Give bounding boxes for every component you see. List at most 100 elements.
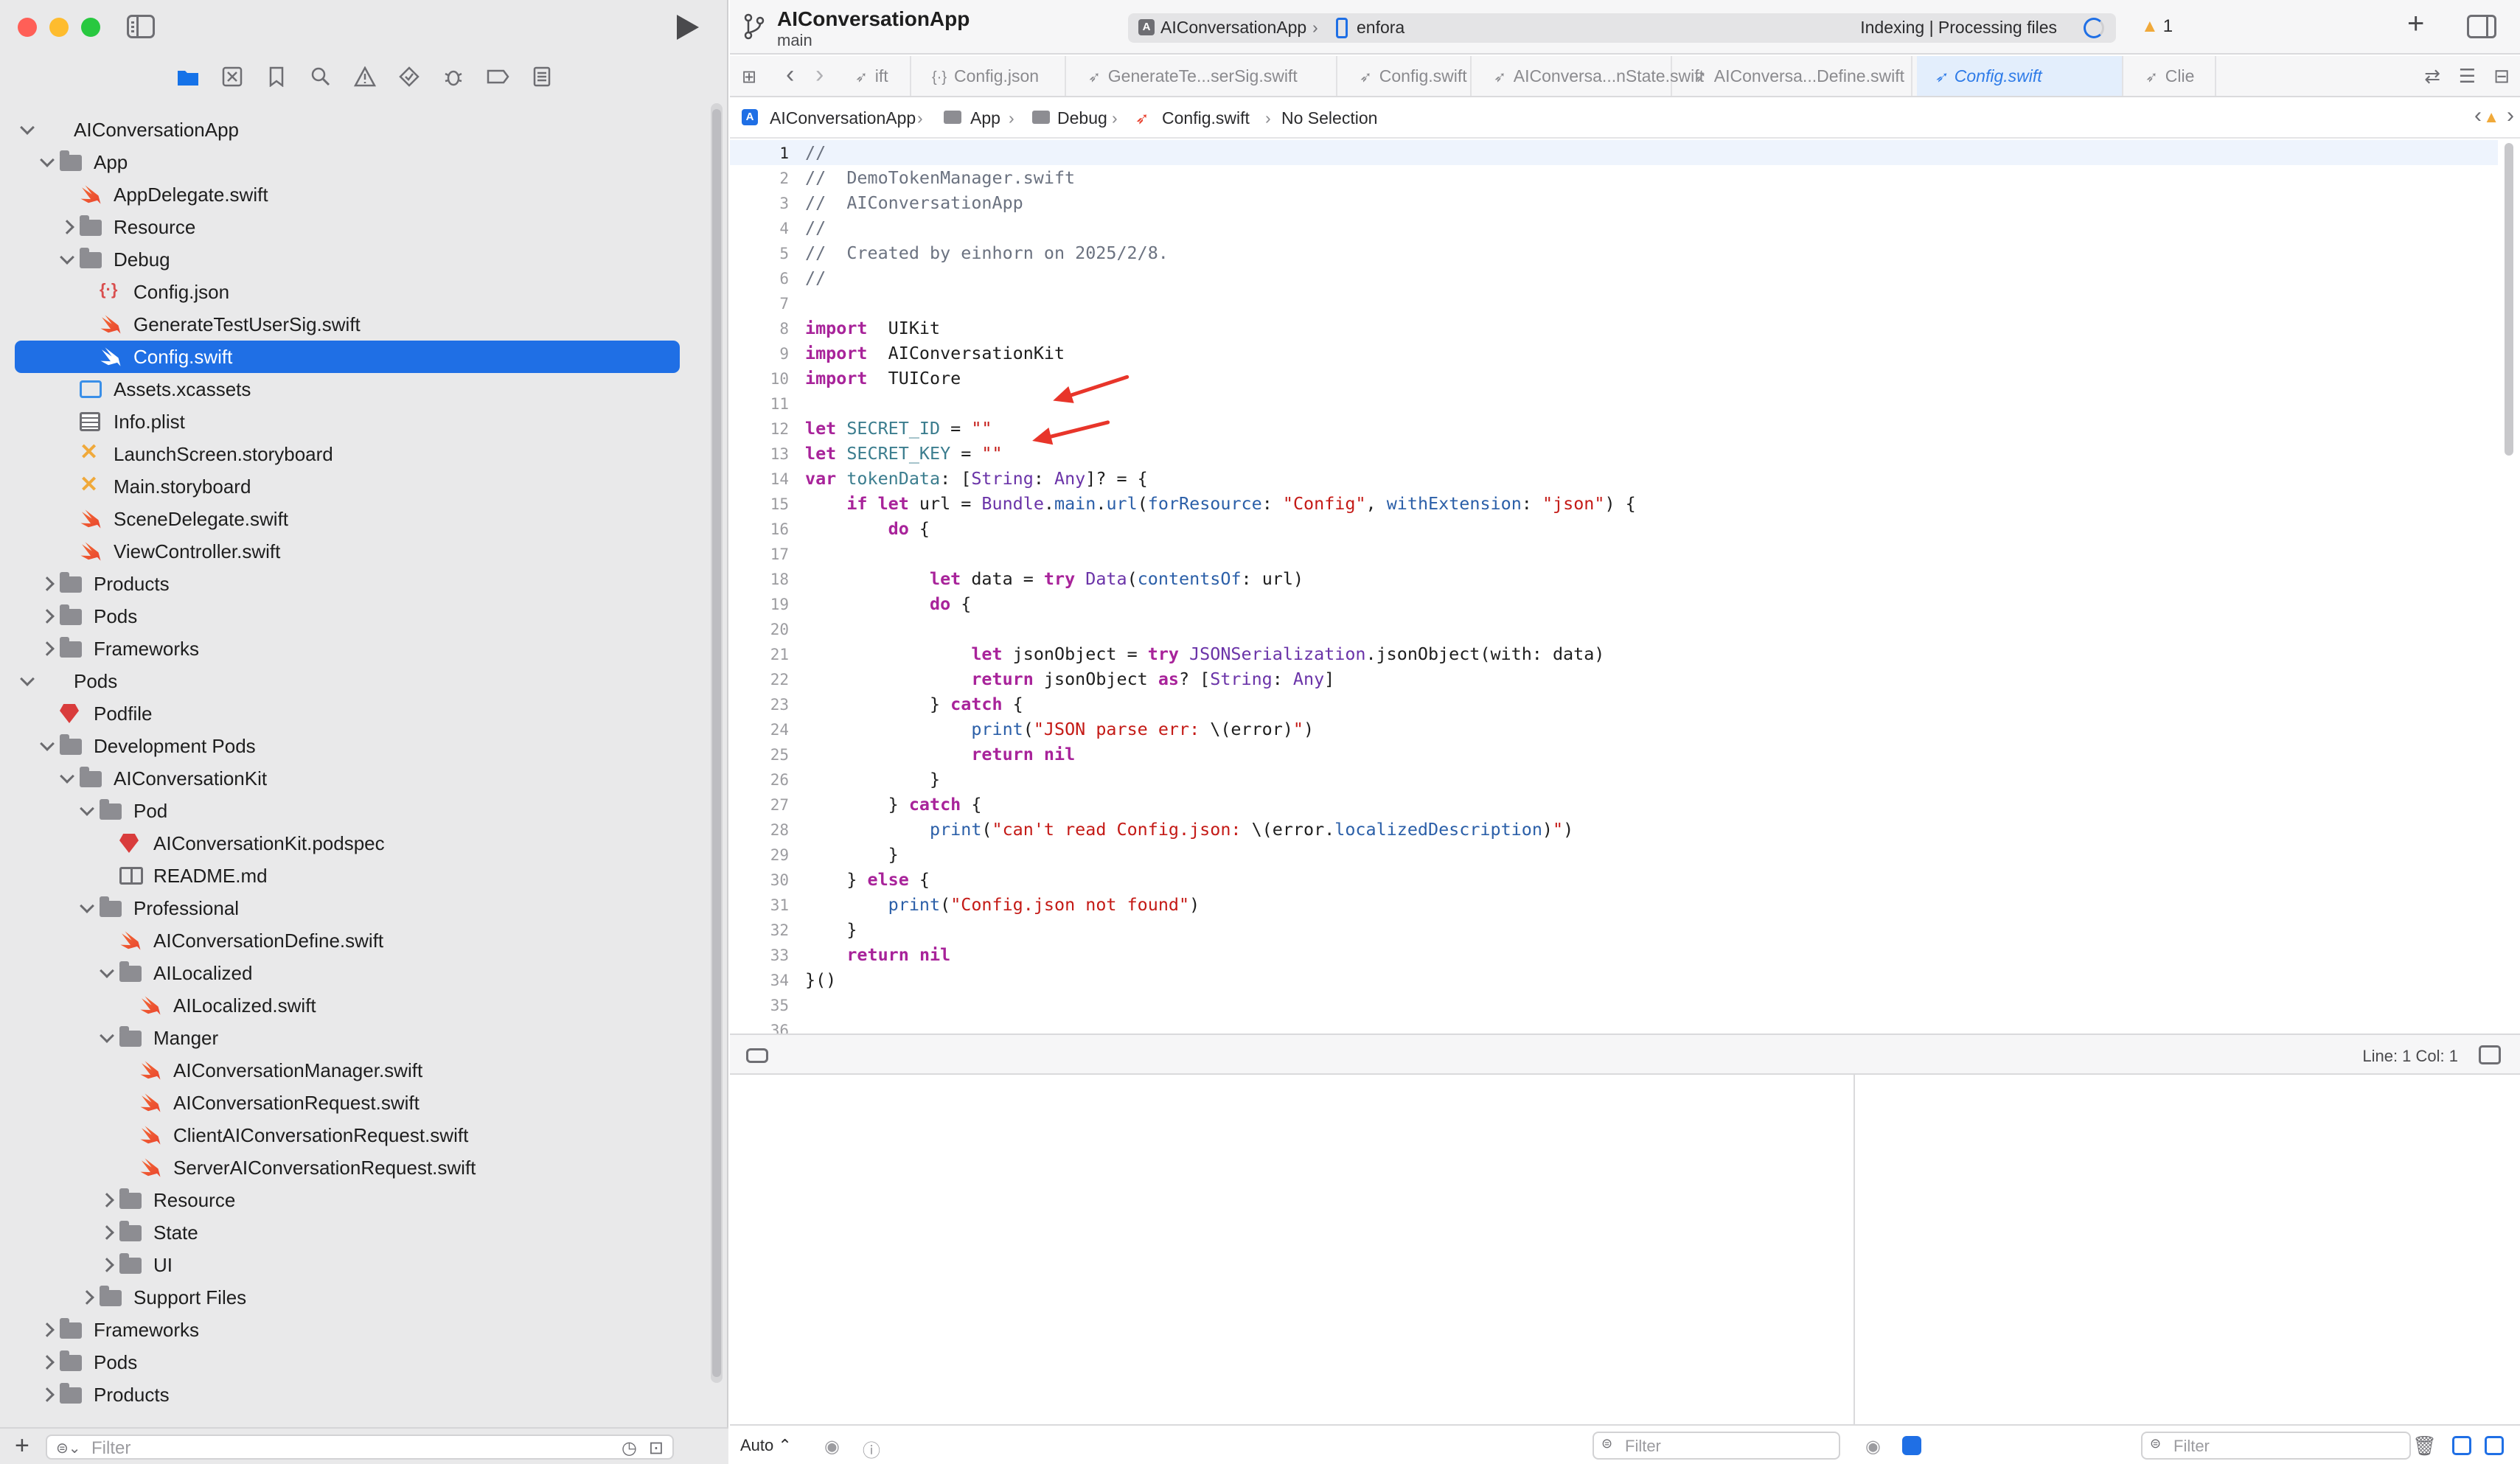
code-line[interactable]: 22 return jsonObject as? [String: Any]	[730, 666, 2498, 691]
chevron-right-icon[interactable]	[40, 609, 55, 624]
code-line[interactable]: 9 import AIConversationKit	[730, 341, 2498, 366]
code-line[interactable]: 36	[730, 1017, 2498, 1033]
project-navigator-tab[interactable]	[170, 60, 206, 93]
chevron-down-icon[interactable]	[80, 801, 94, 816]
code-line[interactable]: 31 print("Config.json not found")	[730, 892, 2498, 917]
chevron-down-icon[interactable]	[40, 736, 55, 751]
tree-row[interactable]: Products	[0, 1378, 695, 1411]
chevron-right-icon[interactable]	[40, 1387, 55, 1402]
tree-row[interactable]: App	[0, 146, 695, 178]
source-control-tab[interactable]	[214, 60, 251, 93]
tree-row[interactable]: SceneDelegate.swift	[0, 503, 695, 535]
code-line[interactable]: 16 do {	[730, 516, 2498, 541]
chevron-right-icon[interactable]	[100, 1193, 114, 1207]
tree-row[interactable]: ServerAIConversationRequest.swift	[0, 1151, 695, 1184]
chevron-down-icon[interactable]	[60, 769, 74, 784]
breakpoint-tab[interactable]	[479, 60, 516, 93]
code-line[interactable]: 33 return nil	[730, 942, 2498, 967]
chevron-right-icon[interactable]	[40, 641, 55, 656]
tab[interactable]: ➶ Clie	[2128, 56, 2216, 96]
device-selector[interactable]: enfora	[1357, 18, 1405, 38]
code-line[interactable]: 30 } else {	[730, 867, 2498, 892]
chevron-down-icon[interactable]	[20, 672, 35, 686]
eye-icon[interactable]: ◉	[1865, 1436, 1881, 1457]
tree-row[interactable]: Frameworks	[0, 1314, 695, 1346]
chevron-down-icon[interactable]	[100, 963, 114, 978]
code-line[interactable]: 3 // AIConversationApp	[730, 190, 2498, 215]
tree-row[interactable]: ClientAIConversationRequest.swift	[0, 1119, 695, 1151]
tree-row[interactable]: Products	[0, 568, 695, 600]
tab[interactable]: {·} Config.json	[914, 56, 1066, 96]
tree-row[interactable]: State	[0, 1216, 695, 1249]
chevron-down-icon[interactable]	[80, 899, 94, 913]
test-tab[interactable]	[391, 60, 428, 93]
tree-row[interactable]: AIConversationKit	[0, 762, 695, 795]
split-editor-icon[interactable]: ⊟	[2493, 65, 2510, 88]
close-button[interactable]	[18, 18, 37, 37]
issue-tab[interactable]	[347, 60, 383, 93]
chevron-right-icon[interactable]	[80, 1290, 94, 1305]
tree-row[interactable]: Pods	[0, 665, 695, 697]
chevron-right-icon[interactable]	[100, 1225, 114, 1240]
tab[interactable]: ➶ GenerateTe...serSig.swift	[1071, 56, 1337, 96]
chevron-right-icon[interactable]	[40, 1355, 55, 1370]
breadcrumb-debug[interactable]: Debug	[1057, 108, 1107, 128]
info-icon[interactable]: ⓘ	[863, 1436, 880, 1462]
back-icon[interactable]: ‹	[786, 60, 794, 89]
run-icon[interactable]	[677, 15, 699, 40]
forward-icon[interactable]: ›	[815, 60, 824, 89]
sidebar-toggle-icon[interactable]	[127, 15, 155, 38]
chevron-down-icon[interactable]	[100, 1028, 114, 1043]
activity-viewer[interactable]: A AIConversationApp › enfora Indexing | …	[1128, 13, 2116, 43]
find-tab[interactable]	[302, 60, 339, 93]
breadcrumb-selection[interactable]: No Selection	[1281, 108, 1377, 128]
code-line[interactable]: 19 do {	[730, 591, 2498, 616]
library-button[interactable]: +	[2407, 7, 2424, 41]
tree-row[interactable]: AIConversationManager.swift	[0, 1054, 695, 1087]
breadcrumb-project[interactable]: AIConversationApp	[770, 108, 916, 128]
trash-icon[interactable]: 🗑	[2412, 1435, 2437, 1457]
code-line[interactable]: 17	[730, 541, 2498, 566]
code-line[interactable]: 27 } catch {	[730, 792, 2498, 817]
report-tab[interactable]	[523, 60, 560, 93]
chevron-right-icon[interactable]	[40, 1322, 55, 1337]
tree-row[interactable]: Config.swift	[15, 341, 680, 373]
code-line[interactable]: 2 // DemoTokenManager.swift	[730, 165, 2498, 190]
filter-icon[interactable]: ⊜⌄	[56, 1439, 81, 1457]
scheme-selector[interactable]: AIConversationApp	[1160, 18, 1306, 38]
tree-row[interactable]: Development Pods	[0, 730, 695, 762]
chevron-down-icon[interactable]	[20, 120, 35, 135]
tree-row[interactable]: AppDelegate.swift	[0, 178, 695, 211]
tab-active[interactable]: ➶ Config.swift	[1917, 56, 2123, 96]
tab[interactable]: ➶ ift	[838, 56, 911, 96]
tab[interactable]: ➶ AIConversa...nState.swift	[1476, 56, 1704, 96]
tree-row[interactable]: Pods	[0, 600, 695, 632]
tree-row[interactable]: Manger	[0, 1022, 695, 1054]
code-line[interactable]: 7	[730, 290, 2498, 316]
code-line[interactable]: 28 print("can't read Config.json: \(erro…	[730, 817, 2498, 842]
code-line[interactable]: 26 }	[730, 767, 2498, 792]
chevron-right-icon[interactable]	[60, 220, 74, 234]
tree-row[interactable]: AIConversationApp	[0, 114, 695, 146]
tree-row[interactable]: AIConversationDefine.swift	[0, 924, 695, 957]
tree-row[interactable]: Podfile	[0, 697, 695, 730]
code-line[interactable]: 35	[730, 992, 2498, 1017]
code-line[interactable]: 5 // Created by einhorn on 2025/2/8.	[730, 240, 2498, 265]
tree-row[interactable]: Resource	[0, 1184, 695, 1216]
code-line[interactable]: 25 return nil	[730, 742, 2498, 767]
inspector-toggle-icon[interactable]	[2467, 15, 2496, 38]
tree-row[interactable]: Info.plist	[0, 405, 695, 438]
code-line[interactable]: 32 }	[730, 917, 2498, 942]
chevron-right-icon[interactable]	[40, 576, 55, 591]
tree-row[interactable]: AIConversationKit.podspec	[0, 827, 695, 860]
sidebar-scrollbar[interactable]	[711, 103, 723, 1383]
eye-icon[interactable]: ◉	[824, 1436, 840, 1457]
tree-row[interactable]: ✕ LaunchScreen.storyboard	[0, 438, 695, 470]
navigator-filter-input[interactable]: ⊜⌄ Filter ◷ ⊡	[46, 1435, 674, 1460]
tree-row[interactable]: Debug	[0, 243, 695, 276]
source-editor[interactable]: 1 // 2 // DemoTokenManager.swift 3 // AIConve…	[730, 140, 2498, 1033]
tree-row[interactable]: ✕ Main.storyboard	[0, 470, 695, 503]
breadcrumb-app[interactable]: App	[970, 108, 1000, 128]
editor-options-icon[interactable]: ☰	[2459, 65, 2476, 88]
code-line[interactable]: 14 var tokenData: [String: Any]? = {	[730, 466, 2498, 491]
